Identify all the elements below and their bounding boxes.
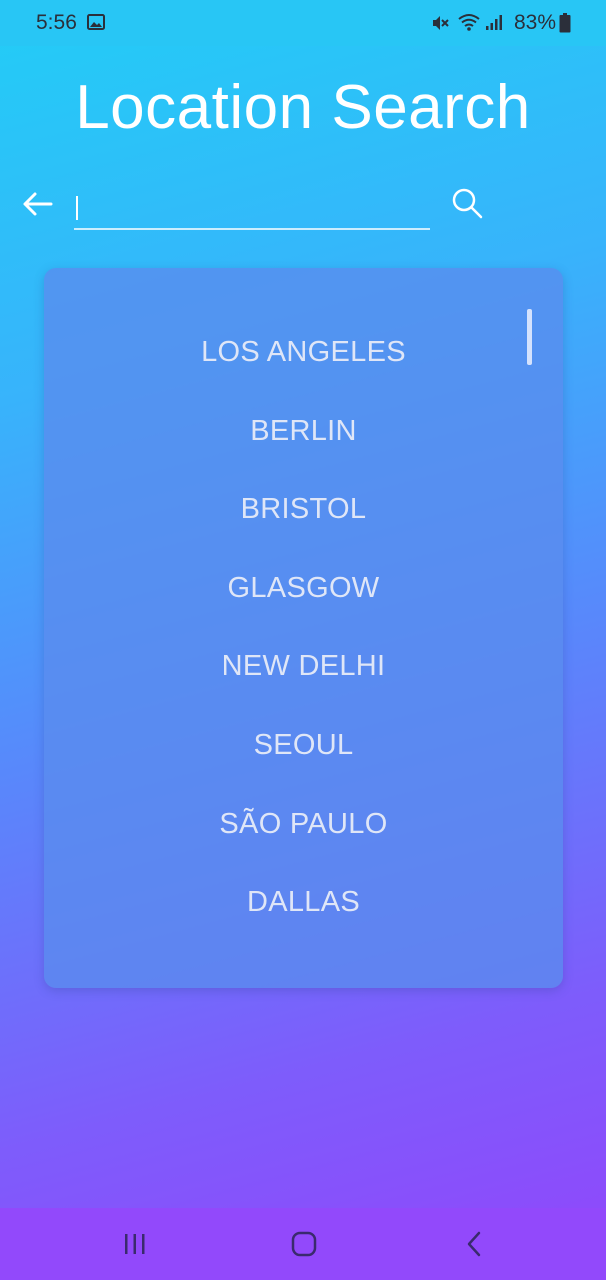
app-screen: 5:56 83% Location Search LOS ANGELES BER… xyxy=(0,0,606,1280)
list-item[interactable]: LOS ANGELES xyxy=(44,330,563,409)
navigation-bar xyxy=(0,1208,606,1280)
wifi-icon xyxy=(458,14,480,31)
list-item[interactable]: SEOUL xyxy=(44,723,563,802)
city-list: LOS ANGELES BERLIN BRISTOL GLASGOW NEW D… xyxy=(44,330,563,959)
list-item[interactable]: BRISTOL xyxy=(44,487,563,566)
arrow-left-icon[interactable] xyxy=(20,186,56,222)
back-icon[interactable] xyxy=(464,1230,484,1258)
mute-icon xyxy=(433,16,449,30)
search-icon[interactable] xyxy=(450,186,484,220)
gallery-icon xyxy=(87,14,105,30)
signal-icon xyxy=(486,15,502,30)
battery-percent: 83% xyxy=(514,11,557,34)
status-time: 5:56 xyxy=(36,11,77,34)
search-input[interactable] xyxy=(74,182,430,228)
list-item[interactable]: GLASGOW xyxy=(44,566,563,645)
list-item[interactable]: BERLIN xyxy=(44,409,563,488)
text-caret xyxy=(76,196,78,220)
list-item[interactable]: DALLAS xyxy=(44,880,563,959)
list-item[interactable]: SÃO PAULO xyxy=(44,802,563,881)
search-field[interactable] xyxy=(74,182,430,230)
status-bar: 5:56 83% xyxy=(0,0,606,46)
recents-icon[interactable] xyxy=(122,1232,148,1256)
results-card: LOS ANGELES BERLIN BRISTOL GLASGOW NEW D… xyxy=(44,268,563,988)
list-item[interactable]: NEW DELHI xyxy=(44,644,563,723)
battery-icon xyxy=(559,13,571,33)
page-title: Location Search xyxy=(75,73,531,142)
home-icon[interactable] xyxy=(290,1230,318,1258)
